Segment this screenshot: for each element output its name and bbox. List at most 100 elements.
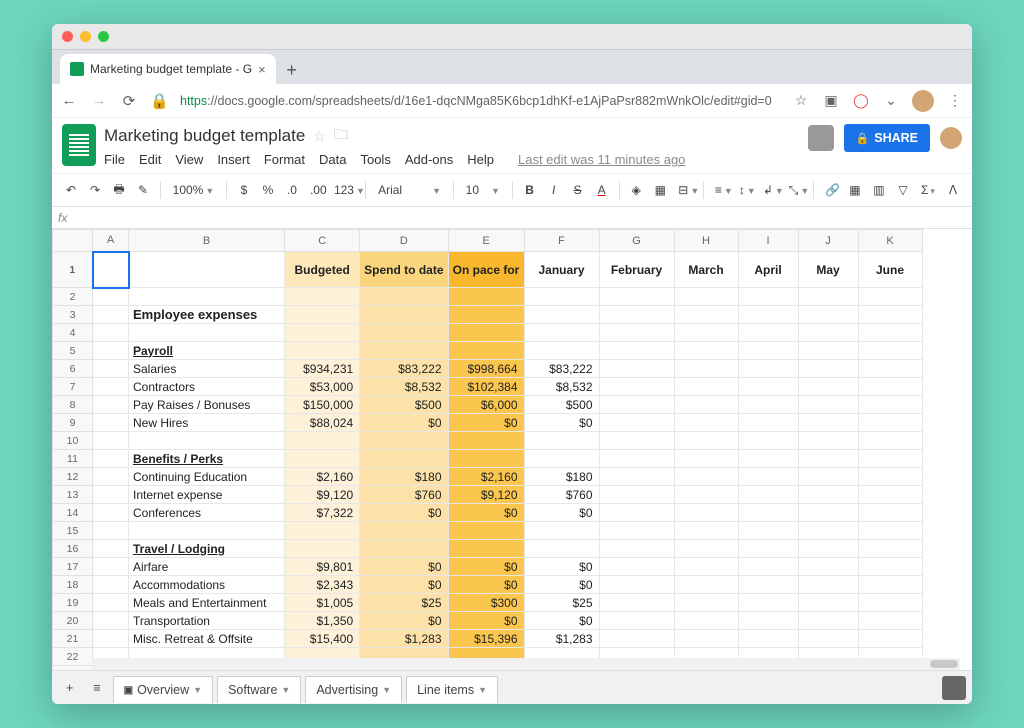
text-color-button[interactable]: A (591, 179, 613, 201)
cell-A20[interactable] (93, 612, 129, 630)
cell-I21[interactable] (738, 630, 798, 648)
cell-E1[interactable]: On pace for (448, 252, 524, 288)
cell-F10[interactable] (524, 432, 599, 450)
row-header-8[interactable]: 8 (53, 396, 93, 414)
cell-G8[interactable] (599, 396, 674, 414)
spreadsheet-grid[interactable]: ABCDEFGHIJK1BudgetedSpend to dateOn pace… (52, 229, 972, 670)
cell-B2[interactable] (129, 288, 285, 306)
row-header-7[interactable]: 7 (53, 378, 93, 396)
cell-K19[interactable] (858, 594, 922, 612)
sheets-logo[interactable] (62, 124, 96, 166)
cell-J8[interactable] (798, 396, 858, 414)
dec-more-button[interactable]: .00 (305, 179, 327, 201)
cell-B8[interactable]: Pay Raises / Bonuses (129, 396, 285, 414)
cell-A13[interactable] (93, 486, 129, 504)
cell-I6[interactable] (738, 360, 798, 378)
cell-C4[interactable] (285, 324, 360, 342)
cell-H17[interactable] (674, 558, 738, 576)
cell-B4[interactable] (129, 324, 285, 342)
cell-C7[interactable]: $53,000 (285, 378, 360, 396)
cell-E19[interactable]: $300 (448, 594, 524, 612)
cell-J17[interactable] (798, 558, 858, 576)
row-header-23[interactable]: 23 (53, 666, 93, 671)
cell-C12[interactable]: $2,160 (285, 468, 360, 486)
cell-B21[interactable]: Misc. Retreat & Offsite (129, 630, 285, 648)
row-header-9[interactable]: 9 (53, 414, 93, 432)
row-header-11[interactable]: 11 (53, 450, 93, 468)
cell-D20[interactable]: $0 (360, 612, 448, 630)
cell-C16[interactable] (285, 540, 360, 558)
cell-H10[interactable] (674, 432, 738, 450)
cell-E18[interactable]: $0 (448, 576, 524, 594)
cell-K16[interactable] (858, 540, 922, 558)
formula-bar[interactable]: fx (52, 207, 972, 229)
cell-B20[interactable]: Transportation (129, 612, 285, 630)
cell-E20[interactable]: $0 (448, 612, 524, 630)
last-edit-link[interactable]: Last edit was 11 minutes ago (518, 152, 685, 167)
cell-F4[interactable] (524, 324, 599, 342)
cell-J13[interactable] (798, 486, 858, 504)
cell-K21[interactable] (858, 630, 922, 648)
cell-B13[interactable]: Internet expense (129, 486, 285, 504)
cell-B6[interactable]: Salaries (129, 360, 285, 378)
cell-D13[interactable]: $760 (360, 486, 448, 504)
cell-I2[interactable] (738, 288, 798, 306)
cell-A19[interactable] (93, 594, 129, 612)
cell-G17[interactable] (599, 558, 674, 576)
cell-D16[interactable] (360, 540, 448, 558)
strike-button[interactable]: S (567, 179, 589, 201)
comments-icon[interactable] (808, 125, 834, 151)
cell-D18[interactable]: $0 (360, 576, 448, 594)
redo-icon[interactable]: ↷ (84, 179, 106, 201)
cell-I4[interactable] (738, 324, 798, 342)
cell-J1[interactable]: May (798, 252, 858, 288)
cell-K7[interactable] (858, 378, 922, 396)
cell-C17[interactable]: $9,801 (285, 558, 360, 576)
cell-A7[interactable] (93, 378, 129, 396)
cell-D17[interactable]: $0 (360, 558, 448, 576)
cell-D10[interactable] (360, 432, 448, 450)
cell-D4[interactable] (360, 324, 448, 342)
cell-D15[interactable] (360, 522, 448, 540)
col-header-C[interactable]: C (285, 230, 360, 252)
cell-B14[interactable]: Conferences (129, 504, 285, 522)
row-header-5[interactable]: 5 (53, 342, 93, 360)
cell-B18[interactable]: Accommodations (129, 576, 285, 594)
cell-D1[interactable]: Spend to date (360, 252, 448, 288)
cell-K2[interactable] (858, 288, 922, 306)
cell-A5[interactable] (93, 342, 129, 360)
cell-I12[interactable] (738, 468, 798, 486)
currency-button[interactable]: $ (233, 179, 255, 201)
cell-B5[interactable]: Payroll (129, 342, 285, 360)
cell-J5[interactable] (798, 342, 858, 360)
cell-G7[interactable] (599, 378, 674, 396)
menu-format[interactable]: Format (264, 152, 305, 167)
cell-D21[interactable]: $1,283 (360, 630, 448, 648)
cell-A2[interactable] (93, 288, 129, 306)
cell-A8[interactable] (93, 396, 129, 414)
cell-K20[interactable] (858, 612, 922, 630)
cell-B19[interactable]: Meals and Entertainment (129, 594, 285, 612)
cast-icon[interactable]: ▣ (822, 92, 840, 109)
cell-A12[interactable] (93, 468, 129, 486)
cell-D7[interactable]: $8,532 (360, 378, 448, 396)
cell-A15[interactable] (93, 522, 129, 540)
cell-A18[interactable] (93, 576, 129, 594)
num-format-button[interactable]: 123▼ (329, 179, 359, 201)
row-header-12[interactable]: 12 (53, 468, 93, 486)
cell-A21[interactable] (93, 630, 129, 648)
cell-A6[interactable] (93, 360, 129, 378)
cell-F9[interactable]: $0 (524, 414, 599, 432)
row-header-6[interactable]: 6 (53, 360, 93, 378)
cell-E3[interactable] (448, 306, 524, 324)
cell-G9[interactable] (599, 414, 674, 432)
cell-F12[interactable]: $180 (524, 468, 599, 486)
opera-icon[interactable]: ◯ (852, 92, 870, 109)
cell-J21[interactable] (798, 630, 858, 648)
cell-G14[interactable] (599, 504, 674, 522)
cell-C3[interactable] (285, 306, 360, 324)
cell-C5[interactable] (285, 342, 360, 360)
cell-J14[interactable] (798, 504, 858, 522)
cell-G3[interactable] (599, 306, 674, 324)
bold-button[interactable]: B (519, 179, 541, 201)
